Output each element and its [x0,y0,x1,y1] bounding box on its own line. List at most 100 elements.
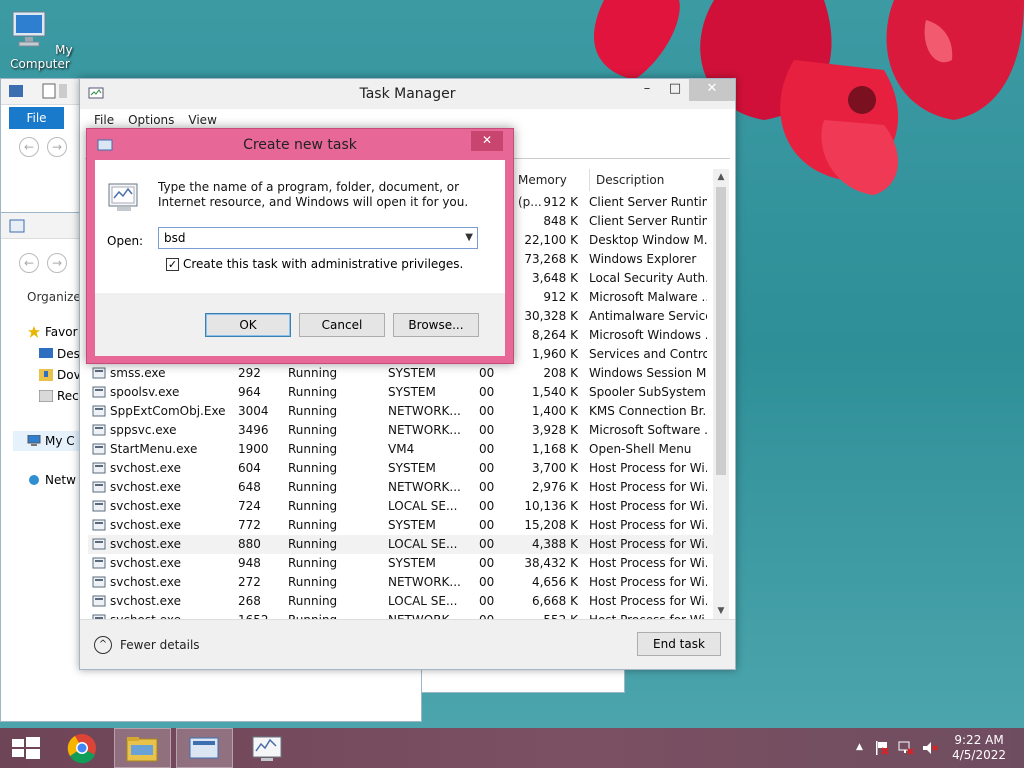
process-name-cell: svchost.exe [110,575,181,589]
maximize-button[interactable]: □ [661,79,689,101]
status-cell: Running [288,611,368,619]
pid-cell: 272 [238,575,261,589]
status-cell: Running [288,537,338,551]
user-cell: NETWORK... [388,480,461,494]
table-row[interactable]: smss.exe 292 Running SYSTEM 00 208 K Win… [88,364,713,383]
table-row[interactable]: svchost.exe 1652 Running NETWORK 00 552 … [88,611,713,619]
task-manager-titlebar[interactable]: Task Manager – □ ✕ [80,79,735,109]
nav-network[interactable]: Netw [27,473,76,487]
explorer-back-nav-back[interactable]: ← [19,137,39,157]
explorer-file-tab[interactable]: File [9,107,64,129]
table-row[interactable]: spoolsv.exe 964 Running SYSTEM 00 1,540 … [88,383,713,402]
user-cell: SYSTEM [388,366,436,380]
create-new-task-dialog[interactable]: Create new task ✕ Type the name of a pro… [86,128,514,364]
description-cell: Host Process for Wi... [589,556,707,570]
user-cell: NETWORK... [388,575,461,589]
pid-cell: 772 [238,518,261,532]
menu-view[interactable]: View [188,113,216,127]
dialog-titlebar[interactable]: Create new task ✕ [87,129,513,159]
memory-cell: 1,400 K [531,404,578,418]
close-button[interactable]: ✕ [689,79,735,101]
memory-cell: 208 K [543,366,578,380]
pid-cell: 1900 [238,442,269,456]
explorer-front-nav-forward[interactable]: → [47,253,67,273]
process-icon [92,557,106,569]
system-tray: ▲ 9:22 AM 4/5/2022 [844,728,1024,768]
user-cell: VM4 [388,442,415,456]
pid-cell: 3496 [238,423,269,437]
open-combobox[interactable]: bsd ▼ [158,227,478,249]
chevron-up-icon: ^ [94,636,112,654]
my-computer-desktop-icon[interactable]: My Computer [2,8,78,71]
user-cell: SYSTEM [388,556,436,570]
fewer-details-button[interactable]: ^ Fewer details [94,636,200,654]
table-row[interactable]: svchost.exe 648 Running NETWORK... 00 2,… [88,478,713,497]
chevron-down-icon[interactable]: ▼ [465,228,473,248]
status-cell: Running [288,423,338,437]
action-center-flag-icon[interactable] [874,740,890,756]
explorer-front-nav-back[interactable]: ← [19,253,39,273]
explorer-back-nav-forward[interactable]: → [47,137,67,157]
memory-cell: 552 K [511,611,578,619]
organize-menu[interactable]: Organize [27,290,81,304]
description-cell: Windows Session M... [589,366,707,380]
table-row[interactable]: svchost.exe 724 Running LOCAL SE... 00 1… [88,497,713,516]
open-input-value[interactable]: bsd [164,231,186,245]
end-task-button[interactable]: End task [637,632,721,656]
run-window-icon [189,737,219,759]
table-row[interactable]: svchost.exe 948 Running SYSTEM 00 38,432… [88,554,713,573]
nav-recent[interactable]: Rec [39,389,79,403]
memory-cell: 912 K [543,195,578,209]
scroll-down-arrow[interactable]: ▼ [713,603,729,619]
table-row[interactable]: svchost.exe 272 Running NETWORK... 00 4,… [88,573,713,592]
minimize-button[interactable]: – [633,79,661,101]
table-row[interactable]: sppsvc.exe 3496 Running NETWORK... 00 3,… [88,421,713,440]
ok-button[interactable]: OK [205,313,291,337]
scroll-up-arrow[interactable]: ▲ [713,169,729,185]
windows-logo-icon [12,737,40,759]
nav-favorites[interactable]: Favor [27,325,78,339]
memory-cell: 15,208 K [524,518,578,532]
process-icon [92,443,106,455]
admin-privileges-checkbox[interactable]: ✓ Create this task with administrative p… [166,257,463,271]
table-row[interactable]: SppExtComObj.Exe 3004 Running NETWORK...… [88,402,713,421]
table-row[interactable]: svchost.exe 268 Running LOCAL SE... 00 6… [88,592,713,611]
process-table-scrollbar[interactable]: ▲ ▼ [713,169,729,619]
start-button[interactable] [0,728,57,768]
column-header-description[interactable]: Description [589,169,713,191]
volume-muted-icon[interactable] [922,740,938,756]
memory-cell: 1,540 K [531,385,578,399]
description-cell: Host Process for Wi... [589,480,707,494]
taskbar-chrome[interactable] [55,728,112,768]
scrollbar-thumb[interactable] [716,187,726,475]
taskbar-file-explorer[interactable] [114,728,171,768]
table-row[interactable]: svchost.exe 880 Running LOCAL SE... 00 4… [88,535,713,554]
dialog-close-button[interactable]: ✕ [471,131,503,151]
menu-file[interactable]: File [94,113,114,127]
checkbox-box[interactable]: ✓ [166,257,179,271]
table-row[interactable]: StartMenu.exe 1900 Running VM4 00 1,168 … [88,440,713,459]
nav-downloads[interactable]: Dov [39,368,81,382]
menu-options[interactable]: Options [128,113,174,127]
memory-cell: 3,928 K [531,423,578,437]
cancel-button[interactable]: Cancel [299,313,385,337]
cpu-cell: 00 [479,594,495,608]
table-row[interactable]: svchost.exe 772 Running SYSTEM 00 15,208… [88,516,713,535]
taskbar-task-manager[interactable] [239,728,296,768]
cpu-cell: 00 [479,611,504,619]
network-tray-icon[interactable] [898,740,914,756]
folder-icon [126,737,158,762]
browse-button[interactable]: Browse... [393,313,479,337]
pid-cell: 3004 [238,404,269,418]
process-name-cell: svchost.exe [110,499,181,513]
table-row[interactable]: svchost.exe 604 Running SYSTEM 00 3,700 … [88,459,713,478]
column-header-memory[interactable]: Memory (p... [511,169,589,209]
description-cell: Host Process for Wi... [589,611,707,619]
computer-icon [12,11,46,47]
cpu-cell: 00 [479,537,495,551]
process-name-cell: svchost.exe [110,611,235,619]
taskbar-clock[interactable]: 9:22 AM 4/5/2022 [952,733,1006,763]
taskbar-run-window[interactable] [176,728,233,768]
nav-desktop[interactable]: Des [39,347,80,361]
tray-overflow-arrow[interactable]: ▲ [856,742,863,752]
